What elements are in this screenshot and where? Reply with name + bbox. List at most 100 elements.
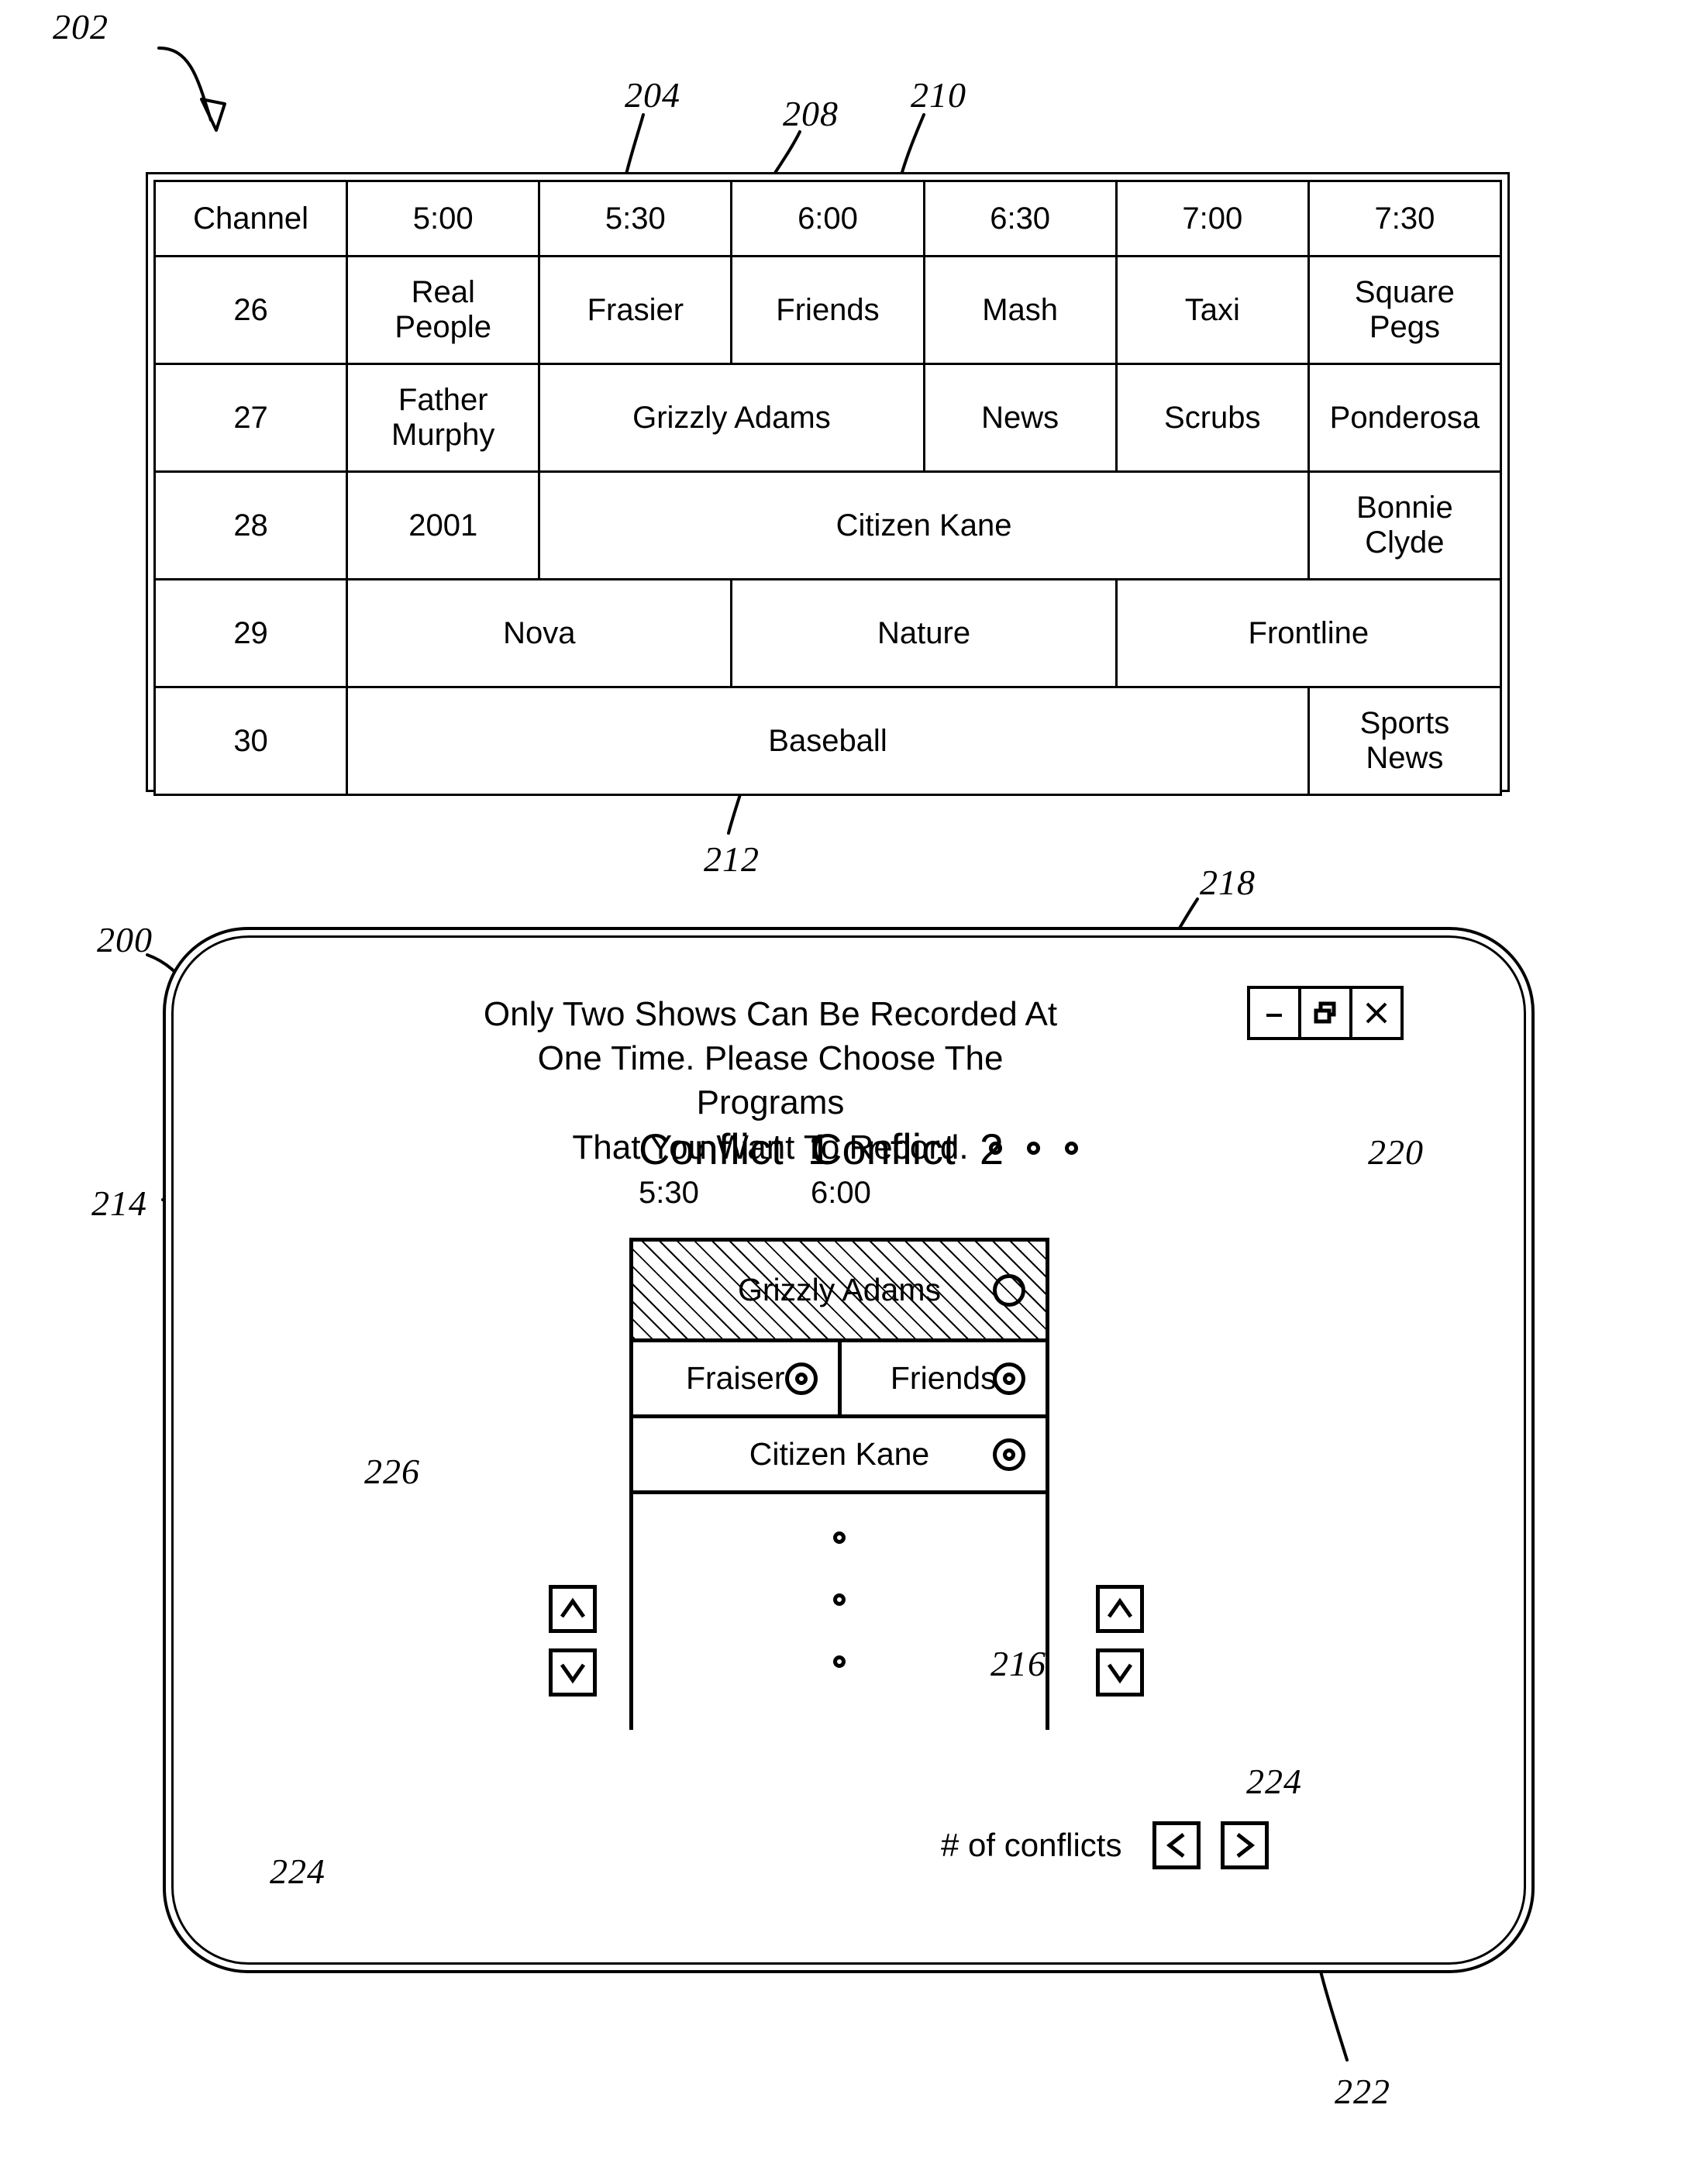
chevron-up-icon	[558, 1597, 587, 1621]
program-cell[interactable]: Ponderosa	[1307, 363, 1503, 473]
guide-table: Channel 5:00 5:30 6:00 6:30 7:00 7:30 26…	[153, 180, 1503, 796]
record-radio-selected[interactable]	[784, 1362, 818, 1395]
program-row: Fraiser Friends	[633, 1342, 1046, 1418]
program-cell[interactable]: News	[922, 363, 1118, 473]
program-cell[interactable]: Father Murphy	[346, 363, 541, 473]
chevron-up-icon	[1105, 1597, 1135, 1621]
conflict-ellipsis-indicator	[989, 1142, 1078, 1155]
conflict-pager: # of conflicts	[941, 1821, 1270, 1869]
guide-col-header: 5:30	[538, 180, 733, 257]
reference-numeral-216: 216	[990, 1644, 1046, 1683]
program-cell[interactable]: Scrubs	[1114, 363, 1310, 473]
program-cell[interactable]: Citizen Kane	[538, 470, 1310, 580]
guide-col-header: 6:00	[730, 180, 925, 257]
record-radio-selected[interactable]	[993, 1438, 1025, 1471]
record-radio-selected[interactable]	[993, 1362, 1025, 1395]
program-cell[interactable]: Fraiser	[633, 1342, 842, 1414]
program-label: Grizzly Adams	[738, 1272, 941, 1307]
chevron-down-icon	[558, 1660, 587, 1685]
program-cell[interactable]: Taxi	[1114, 255, 1310, 365]
program-cell[interactable]: Friends	[730, 255, 925, 365]
guide-channel-row: 27 Father Murphy Grizzly Adams News Scru…	[153, 363, 1503, 473]
conflict-column-1[interactable]: Conflict 1 5:30	[639, 1125, 832, 1210]
program-label: Friends	[890, 1360, 997, 1396]
scroll-up-button[interactable]	[1096, 1585, 1144, 1633]
restore-icon	[1312, 1000, 1338, 1026]
guide-col-header: 7:30	[1307, 180, 1503, 257]
guide-channel-row: 26 Real People Frasier Friends Mash Taxi…	[153, 255, 1503, 365]
scroll-down-button[interactable]	[1096, 1648, 1144, 1697]
minimize-button[interactable]	[1250, 989, 1301, 1037]
patent-figure-page: Channel 5:00 5:30 6:00 6:30 7:00 7:30 26…	[0, 0, 1695, 2184]
guide-header-row: Channel 5:00 5:30 6:00 6:30 7:00 7:30	[153, 180, 1503, 257]
reference-numeral-224: 224	[270, 1852, 326, 1891]
channel-number: 26	[153, 255, 349, 365]
program-cell[interactable]: Frasier	[538, 255, 733, 365]
reference-numeral-200: 200	[97, 920, 153, 959]
guide-channel-row: 28 2001 Citizen Kane Bonnie Clyde	[153, 470, 1503, 580]
conflict-title: Conflict 1	[639, 1125, 832, 1173]
chevron-right-icon	[1232, 1831, 1257, 1860]
scroll-buttons-right	[1096, 1585, 1144, 1697]
program-cell[interactable]: Mash	[922, 255, 1118, 365]
device-screen: Only Two Shows Can Be Recorded At One Ti…	[163, 927, 1535, 1973]
placeholder-dot-icon	[833, 1593, 846, 1606]
reference-numeral-224: 224	[1246, 1762, 1302, 1801]
ellipsis-dot-icon	[1065, 1142, 1078, 1155]
program-cell[interactable]: Nature	[730, 578, 1118, 688]
program-row-highlighted[interactable]: Grizzly Adams	[633, 1242, 1046, 1342]
guide-channel-row: 29 Nova Nature Frontline	[153, 578, 1503, 688]
reference-numeral-210: 210	[911, 75, 966, 115]
guide-col-header: 5:00	[346, 180, 541, 257]
reference-numeral-208: 208	[783, 94, 839, 133]
ellipsis-dot-icon	[989, 1142, 1002, 1155]
program-cell[interactable]: Real People	[346, 255, 541, 365]
program-row[interactable]: Citizen Kane	[633, 1418, 1046, 1494]
close-icon	[1363, 1000, 1390, 1026]
program-cell[interactable]: Bonnie Clyde	[1307, 470, 1503, 580]
program-selection-list: Grizzly Adams Fraiser Friends Citizen Ka…	[629, 1238, 1049, 1732]
program-cell[interactable]: Square Pegs	[1307, 255, 1503, 365]
channel-number: 29	[153, 578, 349, 688]
program-cell[interactable]: Sports News	[1307, 686, 1503, 796]
conflict-title: Conflict 2	[811, 1125, 1004, 1173]
pager-next-button[interactable]	[1221, 1821, 1270, 1869]
scroll-buttons-left	[549, 1585, 597, 1697]
guide-channel-row: 30 Baseball Sports News	[153, 686, 1503, 796]
reference-numeral-204: 204	[625, 75, 680, 115]
reference-numeral-220: 220	[1368, 1132, 1424, 1172]
reference-numeral-226: 226	[364, 1452, 420, 1491]
restore-button[interactable]	[1301, 989, 1352, 1037]
scroll-up-button[interactable]	[549, 1585, 597, 1633]
program-cell[interactable]: Nova	[346, 578, 733, 688]
program-cell[interactable]: Baseball	[346, 686, 1310, 796]
program-cell[interactable]: 2001	[346, 470, 541, 580]
chevron-left-icon	[1164, 1831, 1189, 1860]
channel-number: 27	[153, 363, 349, 473]
program-cell[interactable]: Friends	[842, 1342, 1046, 1414]
program-guide-grid: Channel 5:00 5:30 6:00 6:30 7:00 7:30 26…	[146, 172, 1510, 796]
pager-prev-button[interactable]	[1152, 1821, 1201, 1869]
scroll-down-button[interactable]	[549, 1648, 597, 1697]
chevron-down-icon	[1105, 1660, 1135, 1685]
reference-numeral-202: 202	[53, 7, 109, 47]
placeholder-dot-icon	[833, 1531, 846, 1544]
conflict-column-2[interactable]: Conflict 2 6:00	[811, 1125, 1004, 1210]
reference-numeral-214: 214	[91, 1183, 147, 1223]
reference-numeral-212: 212	[704, 839, 760, 879]
reference-numeral-222: 222	[1335, 2072, 1390, 2111]
reference-numeral-218: 218	[1200, 863, 1256, 902]
guide-col-header: Channel	[153, 180, 349, 257]
record-radio-unselected[interactable]	[993, 1273, 1025, 1307]
empty-list-area	[633, 1494, 1046, 1732]
conflict-time: 6:00	[811, 1176, 871, 1210]
program-cell[interactable]: Citizen Kane	[633, 1418, 1046, 1490]
conflict-time: 5:30	[639, 1176, 699, 1210]
close-button[interactable]	[1352, 989, 1400, 1037]
guide-col-header: 7:00	[1114, 180, 1310, 257]
ellipsis-dot-icon	[1027, 1142, 1040, 1155]
program-cell[interactable]: Grizzly Adams	[538, 363, 925, 473]
program-cell[interactable]: Frontline	[1114, 578, 1503, 688]
conflict-headers: Conflict 1 5:30 Conflict 2 6:00	[639, 1128, 1336, 1221]
program-cell[interactable]: Grizzly Adams	[633, 1242, 1046, 1338]
